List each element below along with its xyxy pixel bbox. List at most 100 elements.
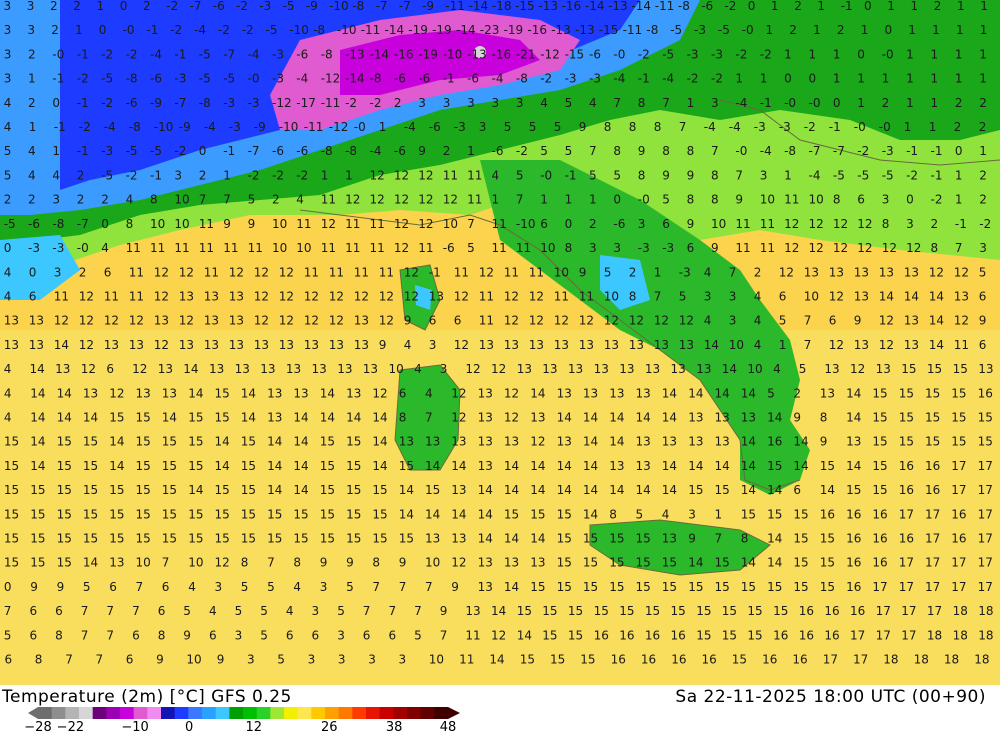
temperature-value-label: 17 — [978, 580, 993, 594]
temperature-value-label: 4 — [662, 507, 670, 521]
map-footer: Temperature (2m) [°C] GFS 0.25 Sa 22-11-… — [0, 685, 1000, 733]
temperature-value-label: 15 — [899, 386, 914, 400]
temperature-value-label: 14 — [504, 483, 519, 497]
temperature-value-label: 12 — [451, 386, 466, 400]
temperature-value-label: 14 — [241, 386, 256, 400]
temperature-value-label: 3 — [4, 47, 12, 61]
temperature-value-label: 15 — [820, 459, 835, 473]
temperature-value-label: 15 — [662, 580, 677, 594]
temperature-value-label: 14 — [767, 556, 782, 570]
temperature-value-label: 0 — [613, 193, 621, 207]
temperature-value-label: 9 — [579, 120, 587, 134]
temperature-value-label: 12 — [372, 386, 387, 400]
temperature-value-label: 12 — [491, 628, 506, 642]
temperature-value-label: 3 — [711, 96, 719, 110]
temperature-value-label: -11 — [655, 0, 675, 13]
temperature-value-label: 3 — [215, 580, 223, 594]
temperature-value-label: -9 — [150, 96, 162, 110]
temperature-value-label: 18 — [978, 604, 993, 618]
temperature-value-label: -4 — [370, 144, 382, 158]
temperature-value-label: -8 — [646, 23, 658, 37]
colorbar-tick-labels: −28 −22 −10 0 12 26 38 48 — [24, 720, 456, 733]
temperature-value-label: 14 — [215, 459, 230, 473]
temperature-value-label: 13 — [741, 411, 756, 425]
temperature-value-label: 13 — [619, 362, 634, 376]
temperature-value-label: 16 — [824, 604, 839, 618]
temperature-value-label: 12 — [329, 314, 344, 328]
temperature-value-label: 11 — [296, 217, 311, 231]
temperature-value-label: 8 — [126, 217, 134, 231]
temperature-value-label: 15 — [925, 411, 940, 425]
temperature-value-label: 17 — [978, 532, 993, 546]
temperature-value-label: 14 — [183, 362, 198, 376]
temperature-value-label: 15 — [267, 532, 282, 546]
temperature-value-label: 12 — [81, 362, 96, 376]
temperature-value-label: -6 — [213, 0, 225, 13]
temperature-value-label: 15 — [951, 435, 966, 449]
temperature-value-label: 15 — [662, 556, 677, 570]
temperature-value-label: -2 — [370, 96, 382, 110]
temperature-value-label: 9 — [217, 653, 225, 667]
temperature-value-label: 0 — [199, 144, 207, 158]
temperature-value-label: 12 — [443, 193, 458, 207]
temperature-value-label: 10 — [389, 362, 404, 376]
temperature-value-label: 9 — [662, 168, 670, 182]
temperature-value-label: 12 — [879, 314, 894, 328]
temperature-value-label: 6 — [687, 241, 695, 255]
temperature-value-label: 2 — [77, 168, 85, 182]
temperature-value-label: -11 — [361, 23, 381, 37]
temperature-value-label: -2 — [540, 72, 552, 86]
temperature-value-label: 11 — [579, 290, 594, 304]
temperature-value-label: -1 — [565, 168, 577, 182]
temperature-value-label: 7 — [81, 628, 89, 642]
temperature-value-label: 9 — [711, 241, 719, 255]
temperature-value-label: 15 — [320, 459, 335, 473]
temperature-value-label: 4 — [4, 265, 12, 279]
colorbar-legend: −28 −22 −10 0 12 26 38 48 — [24, 707, 460, 733]
temperature-value-label: -6 — [126, 96, 138, 110]
temperature-value-label: 15 — [83, 507, 98, 521]
temperature-value-label: 14 — [767, 411, 782, 425]
temperature-value-label: 13 — [204, 290, 219, 304]
temperature-value-label: 13 — [304, 338, 319, 352]
temperature-value-label: 1 — [467, 144, 475, 158]
temperature-value-label: 14 — [478, 483, 493, 497]
temperature-value-label: 1 — [779, 338, 787, 352]
temperature-value-label: 14 — [846, 459, 861, 473]
temperature-value-label: 10 — [604, 290, 619, 304]
temperature-value-label: 11 — [248, 241, 263, 255]
temperature-value-label: 14 — [372, 435, 387, 449]
temperature-value-label: 6 — [857, 193, 865, 207]
temperature-value-label: 1 — [813, 23, 821, 37]
temperature-value-label: 14 — [846, 386, 861, 400]
temperature-value-label: 4 — [540, 96, 548, 110]
temperature-value-label: -3 — [679, 265, 691, 279]
temperature-value-label: 14 — [530, 459, 545, 473]
temperature-value-label: 15 — [136, 411, 151, 425]
temperature-value-label: 9 — [248, 217, 256, 231]
colorbar-swatch — [434, 707, 449, 719]
temperature-value-label: 12 — [454, 290, 469, 304]
temperature-value-label: 12 — [954, 265, 969, 279]
temperature-value-label: 14 — [320, 386, 335, 400]
colorbar-swatch — [379, 707, 394, 719]
temperature-value-label: -4 — [735, 96, 747, 110]
temperature-value-label: 11 — [54, 290, 69, 304]
temperature-value-label: 15 — [4, 556, 19, 570]
temperature-value-label: 15 — [767, 507, 782, 521]
temperature-value-label: 6 — [5, 653, 13, 667]
temperature-value-label: 10 — [729, 338, 744, 352]
temperature-value-label: 14 — [372, 411, 387, 425]
temperature-value-label: 15 — [951, 411, 966, 425]
temperature-value-label: 14 — [741, 483, 756, 497]
temperature-value-label: 12 — [833, 217, 848, 231]
temperature-value-label: 7 — [223, 193, 231, 207]
colorbar-max-arrow-icon — [448, 707, 460, 719]
colorbar-swatch — [256, 707, 271, 719]
temperature-value-label: 8 — [711, 193, 719, 207]
temperature-value-label: 13 — [55, 362, 70, 376]
temperature-value-label: 2 — [789, 23, 797, 37]
temperature-value-label: 9 — [854, 314, 862, 328]
temperature-value-label: -3 — [711, 47, 723, 61]
temperature-value-label: 12 — [394, 168, 409, 182]
